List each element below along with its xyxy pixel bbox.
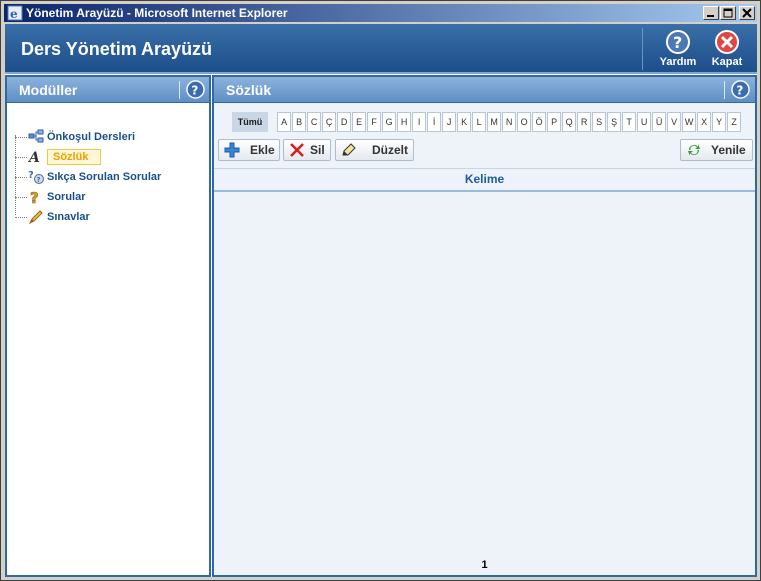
filter-letter-button[interactable]: J xyxy=(442,112,457,132)
modules-help-icon[interactable]: ? xyxy=(186,80,205,99)
tree-item-prerequisites[interactable]: Önkoşul Dersleri xyxy=(15,127,161,147)
filter-letter-button[interactable]: E xyxy=(352,112,367,132)
close-label: Kapat xyxy=(711,56,743,68)
edit-pencil-icon xyxy=(342,143,356,156)
tree-item-faq[interactable]: ? ? Sıkça Sorulan Sorular xyxy=(15,167,161,187)
svg-text:?: ? xyxy=(28,170,34,181)
maximize-icon xyxy=(723,8,733,18)
filter-letter-button[interactable]: N xyxy=(502,112,517,132)
app-header: Ders Yönetim Arayüzü ? Yardım Kapat xyxy=(5,24,757,74)
help-circle-icon: ? xyxy=(666,30,690,54)
question-key-icon: ? xyxy=(30,189,39,205)
close-circle-icon xyxy=(715,30,739,54)
page-number[interactable]: 1 xyxy=(214,559,755,571)
modules-tree: Önkoşul Dersleri A Sözlük ? ? Sıkça Soru… xyxy=(15,127,161,227)
filter-letter-button[interactable]: W xyxy=(682,112,697,132)
filter-letter-button[interactable]: S xyxy=(592,112,607,132)
filter-letter-button[interactable]: Ü xyxy=(652,112,667,132)
filter-letter-button[interactable]: D xyxy=(337,112,352,132)
modules-title: Modüller xyxy=(19,82,78,98)
delete-x-icon xyxy=(290,143,304,157)
header-separator xyxy=(179,81,180,99)
filter-letter-button[interactable]: X xyxy=(697,112,712,132)
filter-letter-button[interactable]: L xyxy=(472,112,487,132)
pen-exam-icon xyxy=(28,210,43,225)
delete-button[interactable]: Sil xyxy=(283,139,331,161)
filter-letter-button[interactable]: Q xyxy=(562,112,577,132)
filter-letter-button[interactable]: B xyxy=(292,112,307,132)
filter-letter-button[interactable]: H xyxy=(397,112,412,132)
svg-text:?: ? xyxy=(37,176,41,184)
grid-column-header-word[interactable]: Kelime xyxy=(214,168,755,192)
header-divider xyxy=(642,28,643,70)
filter-all-button[interactable]: Tümü xyxy=(232,112,268,132)
tree-item-exams[interactable]: Sınavlar xyxy=(15,207,161,227)
prerequisite-tree-icon xyxy=(28,129,44,143)
alphabet-filter: Tümü ABCÇDEFGHIİJKLMNOÖPQRSŞTUÜVWXYZ xyxy=(232,112,742,132)
filter-letter-button[interactable]: M xyxy=(487,112,502,132)
dictionary-panel-header: Sözlük ? xyxy=(214,77,755,103)
filter-letter-button[interactable]: Y xyxy=(712,112,727,132)
filter-letter-button[interactable]: Ş xyxy=(607,112,622,132)
filter-letter-button[interactable]: T xyxy=(622,112,637,132)
dictionary-letter-icon: A xyxy=(28,150,40,165)
window-titlebar: e Yönetim Arayüzü - Microsoft Internet E… xyxy=(4,4,757,22)
filter-letter-button[interactable]: A xyxy=(277,112,292,132)
add-button[interactable]: Ekle xyxy=(218,139,280,161)
filter-letter-button[interactable]: Ç xyxy=(322,112,337,132)
filter-letter-button[interactable]: C xyxy=(307,112,322,132)
help-button[interactable]: ? Yardım xyxy=(655,28,701,72)
edit-button[interactable]: Düzelt xyxy=(335,139,414,161)
tree-item-questions[interactable]: ? Sorular xyxy=(15,187,161,207)
page-content: Ders Yönetim Arayüzü ? Yardım Kapat Modü… xyxy=(5,24,757,577)
filter-letter-button[interactable]: V xyxy=(667,112,682,132)
dictionary-toolbar: Ekle Sil Düzelt Yenile xyxy=(218,139,753,163)
plus-icon xyxy=(224,142,240,158)
svg-text:?: ? xyxy=(30,189,39,205)
filter-letter-button[interactable]: İ xyxy=(427,112,442,132)
svg-text:?: ? xyxy=(673,33,682,52)
tree-item-dictionary[interactable]: A Sözlük xyxy=(15,147,161,167)
minimize-icon xyxy=(707,15,714,17)
maximize-button[interactable] xyxy=(720,6,736,20)
svg-text:e: e xyxy=(10,7,18,21)
filter-letter-button[interactable]: Ö xyxy=(532,112,547,132)
svg-text:?: ? xyxy=(736,83,743,97)
close-window-button[interactable] xyxy=(739,6,755,20)
filter-letter-button[interactable]: I xyxy=(412,112,427,132)
faq-icon: ? ? xyxy=(28,170,44,184)
modules-panel: Modüller ? Önkoşul Dersleri A Sözlük ? ?… xyxy=(5,75,211,577)
filter-letter-button[interactable]: O xyxy=(517,112,532,132)
minimize-button[interactable] xyxy=(703,6,719,20)
filter-letter-button[interactable]: U xyxy=(637,112,652,132)
refresh-icon xyxy=(688,144,700,156)
header-separator xyxy=(724,81,725,99)
window-title: Yönetim Arayüzü - Microsoft Internet Exp… xyxy=(26,6,288,20)
app-title: Ders Yönetim Arayüzü xyxy=(21,39,213,59)
close-x-icon xyxy=(742,8,752,18)
word-grid-body: 1 xyxy=(214,193,755,575)
filter-letter-button[interactable]: F xyxy=(367,112,382,132)
dictionary-help-icon[interactable]: ? xyxy=(731,80,750,99)
svg-text:A: A xyxy=(28,150,40,165)
filter-letter-button[interactable]: G xyxy=(382,112,397,132)
dictionary-panel: Sözlük ? Tümü ABCÇDEFGHIİJKLMNOÖPQRSŞTUÜ… xyxy=(212,75,757,577)
filter-letter-button[interactable]: R xyxy=(577,112,592,132)
close-app-button[interactable]: Kapat xyxy=(704,28,750,72)
refresh-button[interactable]: Yenile xyxy=(680,139,753,161)
help-label: Yardım xyxy=(659,56,697,68)
dictionary-title: Sözlük xyxy=(226,82,272,98)
filter-letter-button[interactable]: K xyxy=(457,112,472,132)
filter-letter-button[interactable]: Z xyxy=(727,112,742,132)
filter-letter-button[interactable]: P xyxy=(547,112,562,132)
svg-text:?: ? xyxy=(191,83,198,97)
browser-window: e Yönetim Arayüzü - Microsoft Internet E… xyxy=(0,0,761,581)
modules-panel-header: Modüller ? xyxy=(7,77,209,103)
ie-icon: e xyxy=(7,5,23,21)
